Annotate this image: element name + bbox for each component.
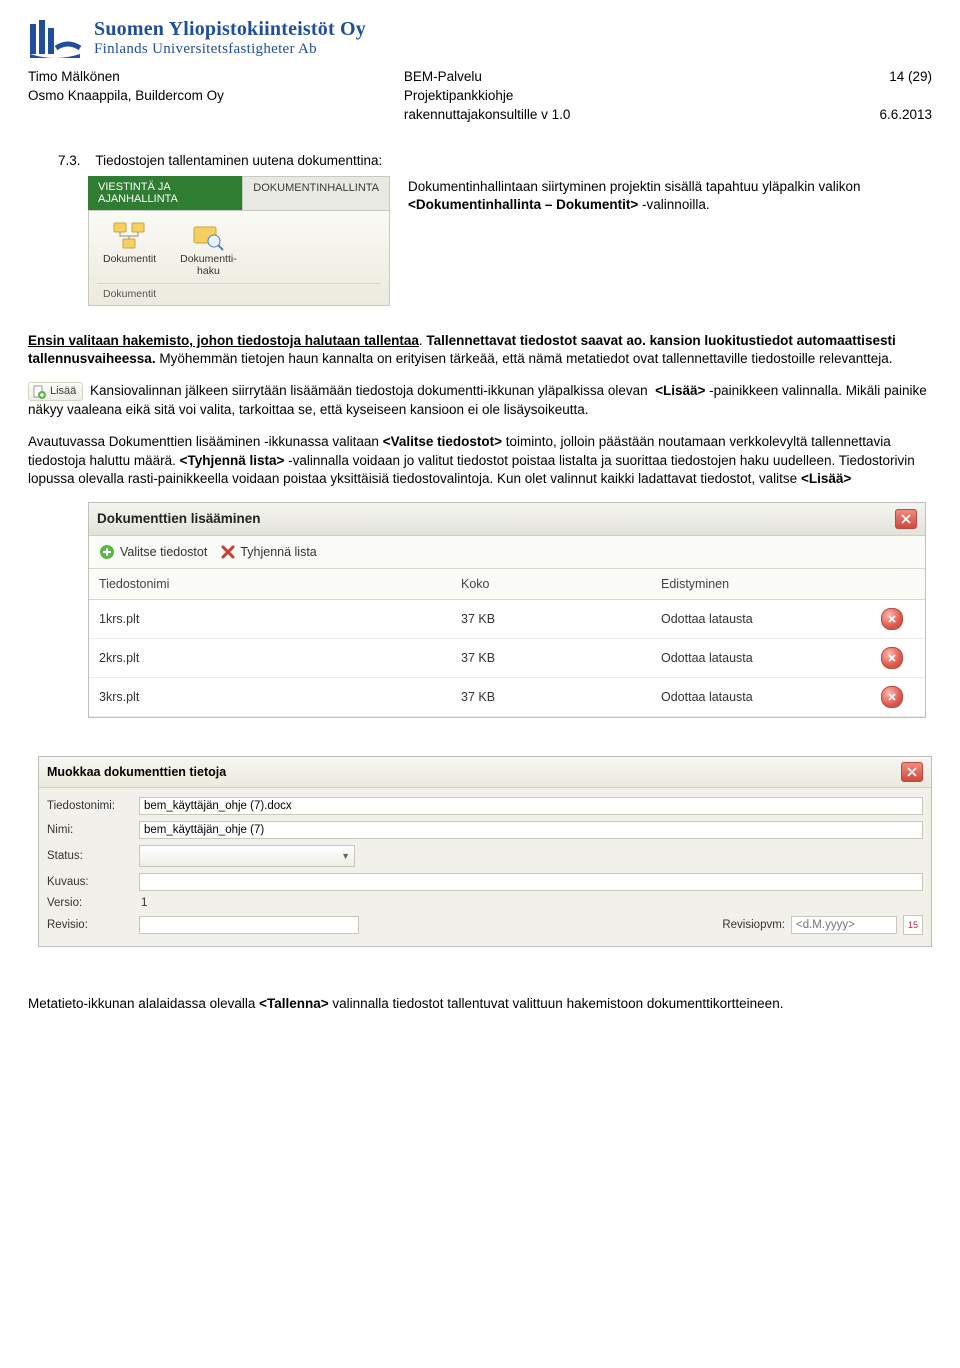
cell-size: 37 KB — [451, 638, 651, 677]
input-revisiopvm[interactable] — [791, 916, 897, 934]
paragraph-add-dialog: Avautuvassa Dokumenttien lisääminen -ikk… — [28, 433, 932, 488]
label-nimi: Nimi: — [47, 824, 133, 836]
folder-search-icon — [190, 221, 226, 251]
upload-table: Tiedostonimi Koko Edistyminen 1krs.plt37… — [89, 569, 925, 717]
meta-dialog-close-button[interactable] — [901, 762, 923, 782]
cell-size: 37 KB — [451, 599, 651, 638]
page-number: 14 (29) — [879, 68, 932, 87]
row-delete-button[interactable] — [881, 686, 903, 708]
cell-filename: 2krs.plt — [89, 638, 451, 677]
author-2: Osmo Knaappila, Buildercom Oy — [28, 87, 224, 106]
paragraph-save: Metatieto-ikkunan alalaidassa olevalla <… — [28, 995, 932, 1013]
service-name: BEM-Palvelu — [404, 68, 880, 87]
doc-header: Timo Mälkönen Osmo Knaappila, Buildercom… — [28, 68, 932, 125]
close-icon — [901, 514, 911, 524]
table-row: 3krs.plt37 KBOdottaa latausta — [89, 677, 925, 716]
cell-filename: 3krs.plt — [89, 677, 451, 716]
input-tiedostonimi[interactable] — [139, 797, 923, 815]
ribbon-group-label: Dokumentit — [97, 283, 381, 303]
row-delete-button[interactable] — [881, 608, 903, 630]
folder-tree-icon — [112, 221, 148, 251]
dialog-title: Dokumenttien lisääminen — [97, 511, 261, 526]
input-revisio[interactable] — [139, 916, 359, 934]
logo-title-fi: Suomen Yliopistokiinteistöt Oy — [94, 18, 366, 41]
label-tiedostonimi: Tiedostonimi: — [47, 800, 133, 812]
cell-size: 37 KB — [451, 677, 651, 716]
doc-version: rakennuttajakonsultille v 1.0 — [404, 106, 880, 125]
cell-progress: Odottaa latausta — [651, 599, 871, 638]
intro-paragraph: Dokumentinhallintaan siirtyminen projekt… — [408, 178, 926, 214]
value-versio: 1 — [139, 897, 147, 909]
section-title: Tiedostojen tallentaminen uutena dokumen… — [95, 153, 382, 168]
lisaa-chip[interactable]: Lisää — [28, 382, 83, 401]
table-row: 2krs.plt37 KBOdottaa latausta — [89, 638, 925, 677]
ribbon-tab-active[interactable]: VIESTINTÄ JA AJANHALLINTA — [88, 176, 242, 210]
cell-filename: 1krs.plt — [89, 599, 451, 638]
doc-subtitle: Projektipankkiohje — [404, 87, 880, 106]
col-size: Koko — [451, 569, 651, 600]
ribbon-tab-other[interactable]: DOKUMENTINHALLINTA — [242, 176, 390, 210]
row-delete-button[interactable] — [881, 647, 903, 669]
section-number: 7.3. — [58, 153, 81, 168]
close-icon — [887, 653, 897, 663]
chevron-down-icon: ▼ — [341, 851, 350, 861]
author-1: Timo Mälkönen — [28, 68, 224, 87]
table-row: 1krs.plt37 KBOdottaa latausta — [89, 599, 925, 638]
input-nimi[interactable] — [139, 821, 923, 839]
company-logo-icon — [28, 18, 82, 58]
calendar-icon[interactable]: 15 — [903, 915, 923, 935]
paragraph-select-folder: Ensin valitaan hakemisto, johon tiedosto… — [28, 332, 932, 368]
label-revisio: Revisio: — [47, 919, 133, 931]
dialog-close-button[interactable] — [895, 509, 917, 529]
cell-progress: Odottaa latausta — [651, 638, 871, 677]
logo-block: Suomen Yliopistokiinteistöt Oy Finlands … — [28, 18, 932, 58]
ribbon-btn-document-search[interactable]: Dokumentti- haku — [180, 221, 237, 277]
clear-list-button[interactable]: Tyhjennä lista — [221, 545, 316, 559]
edit-metadata-dialog: Muokkaa dokumenttien tietoja Tiedostonim… — [38, 756, 932, 947]
add-documents-dialog: Dokumenttien lisääminen Valitse tiedosto… — [88, 502, 926, 718]
close-icon — [887, 692, 897, 702]
add-page-icon — [32, 385, 46, 399]
label-revisiopvm: Revisiopvm: — [722, 919, 785, 931]
label-status: Status: — [47, 850, 133, 862]
ribbon-screenshot: VIESTINTÄ JA AJANHALLINTA DOKUMENTINHALL… — [88, 176, 390, 306]
select-status[interactable]: ▼ — [139, 845, 355, 867]
close-icon — [907, 767, 917, 777]
label-kuvaus: Kuvaus: — [47, 876, 133, 888]
input-kuvaus[interactable] — [139, 873, 923, 891]
logo-title-sv: Finlands Universitetsfastigheter Ab — [94, 41, 366, 58]
meta-dialog-title: Muokkaa dokumenttien tietoja — [47, 765, 226, 779]
doc-date: 6.6.2013 — [879, 106, 932, 125]
col-progress: Edistyminen — [651, 569, 871, 600]
col-filename: Tiedostonimi — [89, 569, 451, 600]
cell-progress: Odottaa latausta — [651, 677, 871, 716]
label-versio: Versio: — [47, 897, 133, 909]
ribbon-btn-documents[interactable]: Dokumentit — [103, 221, 156, 277]
plus-circle-icon — [99, 544, 115, 560]
paragraph-lisaa-button: Lisää Kansiovalinnan jälkeen siirrytään … — [28, 382, 932, 419]
x-red-icon — [221, 545, 235, 559]
select-files-button[interactable]: Valitse tiedostot — [99, 544, 207, 560]
close-icon — [887, 614, 897, 624]
